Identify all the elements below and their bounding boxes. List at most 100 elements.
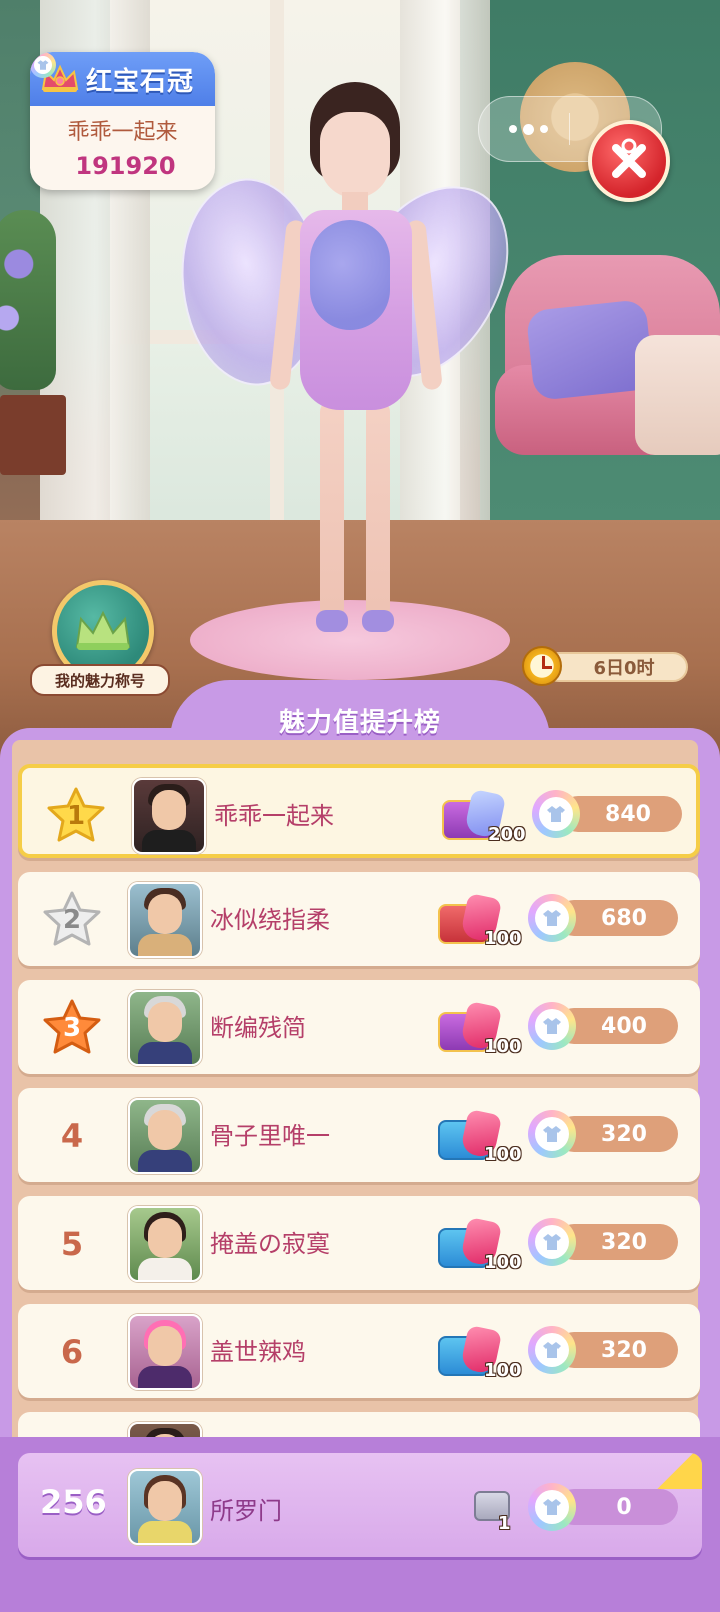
leaderboard-row[interactable]: 3 断编残简 100 400 <box>18 980 700 1074</box>
gift-count: 100 <box>484 928 522 949</box>
charm-score: 400 <box>528 1002 678 1050</box>
coin-inner <box>535 1009 569 1043</box>
gift-count: 200 <box>488 824 526 845</box>
gift-chest-icon: 100 <box>434 886 534 956</box>
gift-chest-icon: 200 <box>438 782 538 852</box>
my-rank-number: 256 <box>40 1483 107 1521</box>
my-charm-score: 0 <box>528 1483 678 1531</box>
dot <box>540 125 548 133</box>
capsule-separator <box>569 113 570 145</box>
avatar-head <box>152 790 186 830</box>
character-face <box>320 112 390 198</box>
rank-badge-silver: 2 <box>40 890 104 950</box>
avatar-head <box>148 1002 182 1042</box>
gift-count: 100 <box>484 1144 522 1165</box>
charm-score: 320 <box>528 1326 678 1374</box>
charm-coin-icon <box>532 790 580 838</box>
coin-inner <box>34 56 52 74</box>
player-name: 乖乖一起来 <box>214 802 334 830</box>
rank-number: 1 <box>66 801 86 831</box>
avatar-head <box>148 1218 182 1258</box>
close-icon <box>612 138 646 178</box>
rank-badge: 6 <box>40 1322 104 1382</box>
gift-count: 100 <box>484 1360 522 1381</box>
avatar[interactable] <box>128 990 202 1066</box>
fairy-character[interactable] <box>152 70 528 650</box>
sofa-blanket <box>635 335 720 455</box>
avatar[interactable] <box>128 882 202 958</box>
my-gift-count: 1 <box>498 1513 511 1534</box>
avatar[interactable] <box>128 1098 202 1174</box>
crown-holder-name: 乖乖一起来 <box>67 120 178 145</box>
player-name: 掩盖の寂寞 <box>210 1230 330 1258</box>
gift-chest-icon: 100 <box>434 1210 534 1280</box>
avatar-head <box>148 1326 182 1366</box>
avatar-body <box>142 830 196 852</box>
charm-coin-icon <box>528 1483 576 1531</box>
player-name: 骨子里唯一 <box>210 1122 330 1150</box>
rank-number: 3 <box>62 1013 82 1043</box>
rank-number: 4 <box>60 1117 84 1155</box>
leaderboard-row[interactable]: 2 冰似绕指柔 100 680 <box>18 872 700 966</box>
character-leg-left <box>320 400 344 620</box>
avatar[interactable] <box>132 778 206 854</box>
countdown-text: 6日0时 <box>544 652 688 682</box>
player-name: 断编残简 <box>210 1014 306 1042</box>
charm-coin-icon <box>528 1218 576 1266</box>
silver-chest-icon: 1 <box>468 1483 518 1534</box>
my-rank-bar: 256 所罗门 1 0 <box>0 1437 720 1612</box>
coin-inner <box>535 901 569 935</box>
coin-inner <box>535 1333 569 1367</box>
coin-inner <box>535 1117 569 1151</box>
coin-inner <box>535 1225 569 1259</box>
character-leg-right <box>366 400 390 620</box>
crown-title-band: 红宝石冠 <box>30 52 215 106</box>
close-button[interactable] <box>588 120 670 202</box>
avatar-body <box>138 1258 192 1280</box>
rank-badge-bronze: 3 <box>40 998 104 1058</box>
charm-coin-icon <box>528 894 576 942</box>
charm-coin-icon <box>528 1326 576 1374</box>
my-avatar[interactable] <box>128 1469 202 1545</box>
avatar-body <box>138 1366 192 1388</box>
dot <box>509 125 517 133</box>
rank-badge-gold: 1 <box>44 786 108 846</box>
my-rank-row[interactable]: 256 所罗门 1 0 <box>18 1453 702 1557</box>
charm-score: 680 <box>528 894 678 942</box>
leaderboard-title: 魅力值提升榜 <box>278 708 441 738</box>
crown-title: 红宝石冠 <box>86 66 195 97</box>
flower-plant-decor <box>0 210 56 390</box>
avatar-body <box>138 1521 192 1543</box>
rank-number: 6 <box>60 1333 84 1371</box>
more-dots-icon[interactable] <box>509 119 549 139</box>
crown-title-card[interactable]: 红宝石冠 乖乖一起来 191920 <box>30 52 215 190</box>
avatar-head <box>148 894 182 934</box>
gift-chest-icon: 100 <box>434 1318 534 1388</box>
avatar-head <box>148 1481 182 1521</box>
dot <box>523 123 534 135</box>
rank-number: 2 <box>62 905 82 935</box>
gift-chest-icon: 100 <box>434 1102 534 1172</box>
leaderboard-row[interactable]: 5 掩盖の寂寞 100 320 <box>18 1196 700 1290</box>
leaderboard-row[interactable]: 1 乖乖一起来 200 840 <box>18 764 700 858</box>
leaderboard-row[interactable]: 6 盖世辣鸡 100 320 <box>18 1304 700 1398</box>
player-name: 盖世辣鸡 <box>210 1338 306 1366</box>
crown-score-value: 191920 <box>75 152 176 180</box>
leaderboard-row[interactable]: 4 骨子里唯一 100 320 <box>18 1088 700 1182</box>
avatar-head <box>148 1110 182 1150</box>
gift-count: 100 <box>484 1252 522 1273</box>
avatar-body <box>138 934 192 956</box>
pink-sofa-decor <box>495 255 720 495</box>
avatar[interactable] <box>128 1206 202 1282</box>
gift-count: 100 <box>484 1036 522 1057</box>
rank-badge: 5 <box>40 1214 104 1274</box>
side-table-decor <box>0 395 66 475</box>
my-player-name: 所罗门 <box>210 1497 282 1525</box>
shoe-right <box>362 610 394 632</box>
avatar-body <box>138 1150 192 1172</box>
rank-badge: 4 <box>40 1106 104 1166</box>
charm-score: 840 <box>532 790 682 838</box>
avatar[interactable] <box>128 1314 202 1390</box>
my-charm-title[interactable]: 我的魅力称号 <box>30 580 170 696</box>
avatar-body <box>138 1042 192 1064</box>
